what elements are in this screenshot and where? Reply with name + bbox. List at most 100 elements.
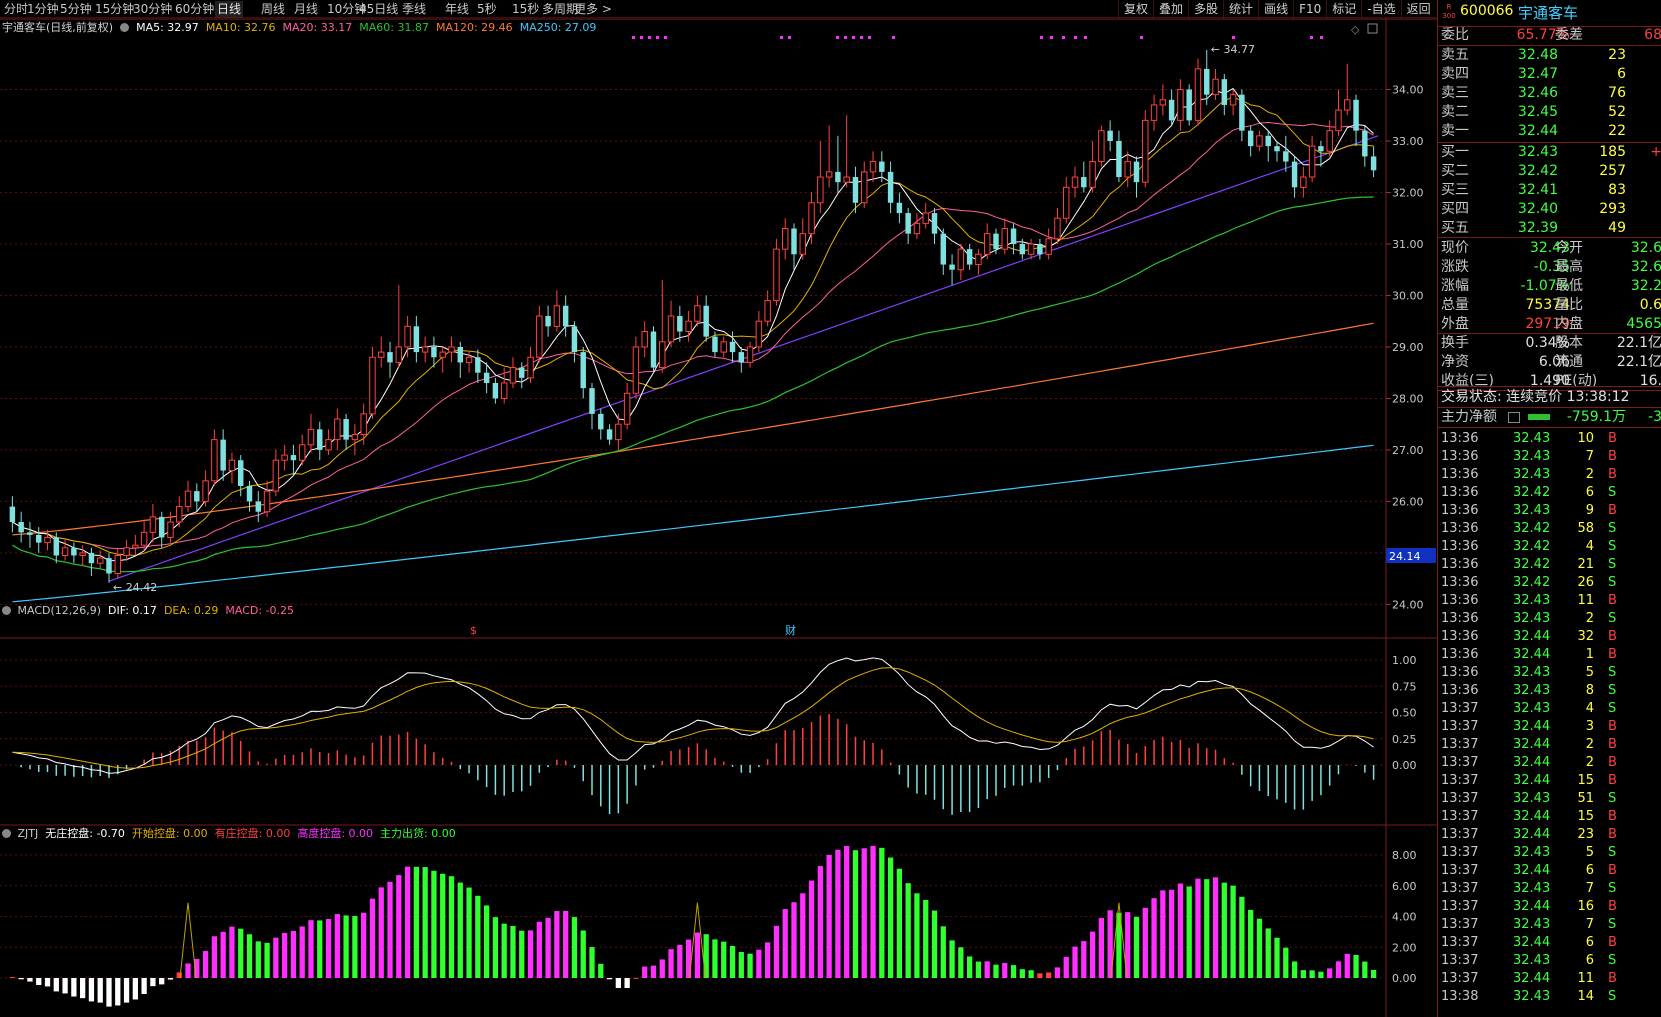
ask-row[interactable]: 卖二 32.45 52 (1438, 103, 1661, 121)
macd-tick-label: 0.00 (1392, 759, 1417, 772)
tick-time: 13:36 (1441, 485, 1479, 500)
zjtj-bar (1344, 953, 1350, 978)
zjtj-bar (18, 978, 24, 980)
bid-row[interactable]: 买二 32.42 257 (1438, 162, 1661, 180)
zjtj-bar (808, 880, 815, 978)
candle-body (194, 491, 200, 502)
diamond-icon: ◇ (1351, 23, 1360, 36)
ask-row[interactable]: 卖一 32.44 22 (1438, 122, 1661, 140)
tick-volume: 6 (1585, 485, 1594, 500)
candle-body (307, 428, 315, 446)
candle-body (677, 316, 683, 332)
zjtj-bar (554, 911, 560, 978)
candle-body (220, 439, 226, 471)
zjtj-bar (448, 876, 455, 978)
tick-side: B (1608, 719, 1617, 734)
zjtj-bar (949, 940, 955, 978)
signal-dot (860, 36, 863, 39)
bid-row[interactable]: 买三 32.41 83 (1438, 181, 1661, 199)
tick-price: 32.43 (1513, 989, 1551, 1004)
tick-time: 13:36 (1441, 557, 1479, 572)
stock-name[interactable]: 宇通客车 (1518, 2, 1578, 23)
list-icon[interactable] (1508, 412, 1520, 423)
tick-time: 13:36 (1441, 575, 1479, 590)
zjtj-bar (1309, 970, 1315, 978)
tick-volume: 6 (1585, 935, 1594, 950)
tick-price: 32.43 (1513, 503, 1551, 518)
candle-body (922, 212, 929, 224)
bid-row[interactable]: 买五 32.39 49 (1438, 219, 1661, 237)
stock-code[interactable]: 600066 (1460, 3, 1513, 19)
tick-price: 32.42 (1513, 485, 1551, 500)
dea-line (12, 667, 1374, 769)
zjtj-bar (1239, 896, 1245, 978)
tick-side: S (1608, 539, 1617, 554)
candle-body (509, 367, 517, 384)
tick-volume: 21 (1577, 557, 1594, 572)
tick-price: 32.44 (1513, 827, 1551, 842)
tick-row: 13:36 32.43 9 B (1438, 502, 1661, 520)
ask-row[interactable]: 卖三 32.46 76 (1438, 84, 1661, 102)
main-net-extra: -3 (1648, 409, 1661, 425)
zjtj-bar (563, 910, 569, 978)
stat-row: 总量 75374 量比 0.6 (1438, 296, 1661, 314)
bid-row[interactable]: 买四 32.40 293 (1438, 200, 1661, 218)
stat-key: 现价 (1441, 240, 1469, 256)
tick-side: B (1608, 827, 1617, 842)
bid-extra: + (1650, 144, 1661, 160)
zjtj-bar (650, 965, 657, 978)
zjtj-bar (229, 926, 235, 978)
tick-volume: 7 (1585, 917, 1594, 932)
high-label: ← 34.77 (1211, 43, 1255, 56)
tick-time: 13:37 (1441, 899, 1479, 914)
price-tick-label: 31.00 (1392, 238, 1424, 251)
tick-volume: 16 (1577, 899, 1594, 914)
candle-body (685, 320, 692, 332)
tick-row: 13:38 32.43 14 S (1438, 988, 1661, 1006)
mark-cai: 财 (785, 623, 796, 637)
stat-key: 总量 (1441, 297, 1469, 313)
bid-row[interactable]: 买一 32.43 185 + (1438, 143, 1661, 161)
tick-row: 13:36 32.43 7 B (1438, 448, 1661, 466)
candles (9, 49, 1377, 583)
price-tick-label: 24.00 (1392, 598, 1424, 611)
tick-price: 32.43 (1513, 917, 1551, 932)
tick-volume: 15 (1577, 773, 1594, 788)
tick-volume: 4 (1585, 701, 1594, 716)
tick-side: B (1608, 737, 1617, 752)
bid-label: 买五 (1441, 220, 1469, 236)
zjtj-bar (1195, 878, 1201, 978)
zjtj-bar (176, 972, 182, 978)
bid-volume: 257 (1599, 163, 1626, 179)
zjtj-bar (53, 978, 59, 992)
tick-volume: 7 (1585, 449, 1594, 464)
kline-chart[interactable]: 34.00 33.00 32.00 31.00 30.00 29.00 28.00 27.00… (0, 0, 1437, 1017)
tick-row: 13:36 32.43 5 S (1438, 664, 1661, 682)
tick-row: 13:37 32.43 51 S (1438, 790, 1661, 808)
candle-body (545, 316, 551, 327)
signal-dot (844, 36, 847, 39)
bid-price: 32.40 (1517, 201, 1558, 217)
candle-body (36, 534, 42, 543)
candle-body (817, 176, 824, 204)
tick-time: 13:37 (1441, 863, 1479, 878)
tick-row: 13:36 32.44 32 B (1438, 628, 1661, 646)
ask-label: 卖四 (1441, 66, 1469, 82)
macd-grid: 1.00 0.75 0.50 0.25 0.00 (0, 654, 1417, 772)
ask-row[interactable]: 卖五 32.48 23 (1438, 46, 1661, 64)
stat-value: 0.6 (1639, 297, 1661, 313)
candle-body (729, 341, 736, 353)
tick-time: 13:38 (1441, 989, 1479, 1004)
tick-row: 13:36 32.43 2 B (1438, 466, 1661, 484)
candle-body (1265, 135, 1271, 147)
stat-value: 4565 (1626, 316, 1661, 332)
tick-time: 13:37 (1441, 827, 1479, 842)
signal-dot (1040, 36, 1043, 39)
tick-time: 13:37 (1441, 719, 1479, 734)
tick-row: 13:36 32.42 4 S (1438, 538, 1661, 556)
tick-row: 13:37 32.43 5 S (1438, 844, 1661, 862)
ask-row[interactable]: 卖四 32.47 6 (1438, 65, 1661, 83)
ask-label: 卖五 (1441, 47, 1469, 63)
zjtj-bar (325, 918, 332, 978)
candle-body (949, 264, 955, 270)
